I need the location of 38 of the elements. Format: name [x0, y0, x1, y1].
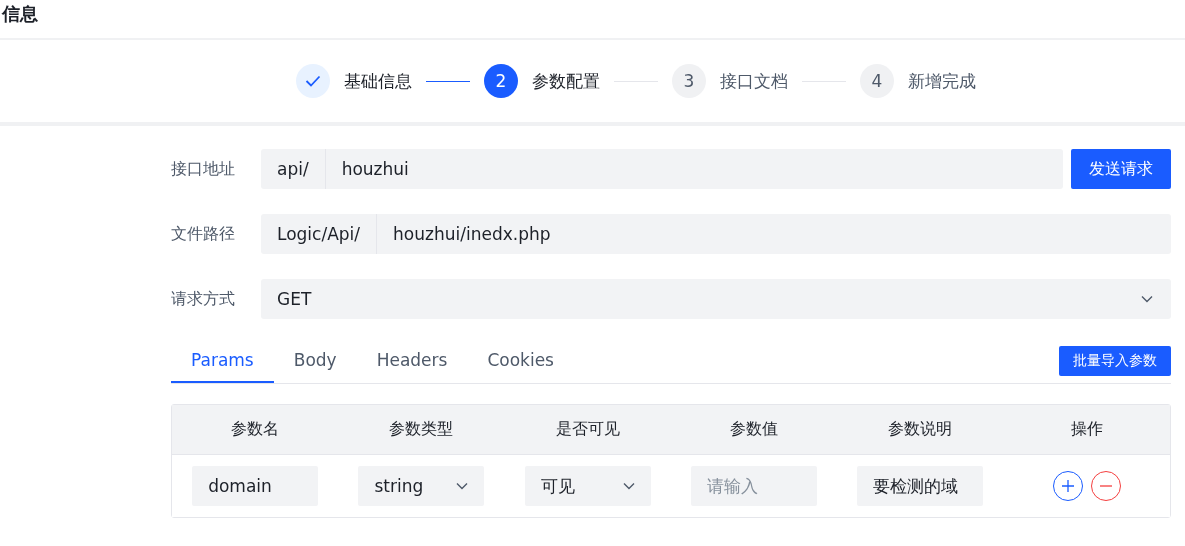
plus-icon [1060, 479, 1075, 493]
url-field[interactable]: api/ houzhui [261, 149, 1063, 189]
chevron-down-icon [622, 482, 635, 490]
step-number: 2 [495, 71, 507, 91]
minus-icon [1098, 485, 1113, 487]
field-label: 接口地址 [171, 158, 236, 180]
step-label: 基础信息 [344, 69, 412, 93]
visibility-select[interactable]: 可见 [524, 466, 651, 506]
remove-button[interactable] [1090, 471, 1121, 501]
column-header: 是否可见 [554, 419, 621, 440]
column-header: 参数值 [729, 419, 780, 440]
column-header: 参数名 [230, 419, 281, 440]
type-select[interactable]: string [358, 466, 485, 506]
column-header: 参数说明 [887, 419, 954, 440]
tab[interactable]: Headers [356, 338, 468, 383]
name-field[interactable]: domain [192, 466, 319, 506]
field-label: 请求方式 [171, 288, 236, 310]
step-label: 参数配置 [532, 69, 600, 93]
check-icon [305, 75, 321, 87]
chevron-down-icon [456, 482, 469, 490]
step-label: 接口文档 [720, 69, 788, 93]
page-title: 信息 [2, 2, 38, 26]
description-field[interactable]: 要检测的域 [857, 466, 984, 506]
add-button[interactable] [1052, 471, 1083, 501]
step-number: 4 [871, 71, 883, 91]
path-field[interactable]: Logic/Api/ houzhui/inedx.php [261, 214, 1171, 254]
column-header: 操作 [1069, 419, 1104, 440]
step-number: 3 [683, 71, 695, 91]
method-select[interactable]: GET [261, 279, 1171, 319]
tab[interactable]: Cookies [467, 338, 574, 383]
step-label: 新增完成 [908, 69, 976, 93]
tab[interactable]: Params [171, 338, 274, 383]
field-label: 文件路径 [171, 223, 236, 245]
chevron-down-icon [1141, 295, 1153, 303]
send-request-button[interactable]: 发送请求 [1071, 149, 1171, 189]
column-header: 参数类型 [388, 419, 455, 440]
import-button[interactable]: 批量导入参数 [1059, 345, 1171, 376]
tab[interactable]: Body [273, 338, 357, 383]
